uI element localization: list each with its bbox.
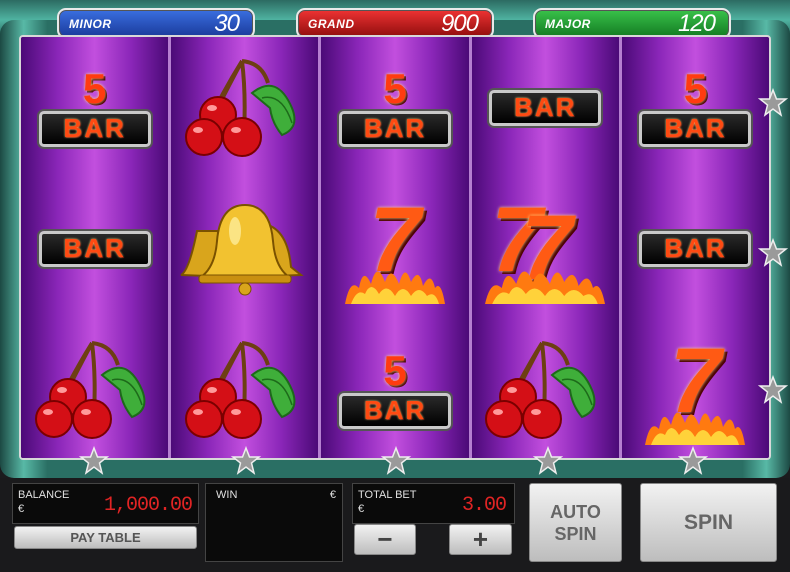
reel-grid: 5 BAR BAR 5 BAR 7 5 BAR BAR 7 7 5 BAR BAR 7 — [19, 35, 771, 460]
seven-symbol: 7 — [345, 194, 445, 304]
bar-text: BAR — [664, 233, 727, 263]
spin-button[interactable]: SPIN — [640, 483, 777, 562]
jackpot-major-label: MAJOR — [545, 16, 591, 31]
reel-cell: 7 — [321, 178, 468, 319]
reel-cell: 7 — [622, 319, 769, 458]
control-panel: BALANCE € 1,000.00 PAY TABLE WIN € TOTAL… — [0, 478, 790, 572]
jackpot-major-value: 120 — [677, 9, 716, 37]
balance-currency: € — [18, 503, 25, 515]
cherries-icon — [184, 58, 296, 157]
reel-cell: 5 BAR — [622, 37, 769, 178]
bar-symbol: BAR — [489, 89, 602, 126]
five-bar-symbol: 5 BAR — [339, 64, 451, 147]
bet-decrease-button[interactable]: − — [354, 524, 416, 555]
reel-1: 5 BAR BAR — [21, 37, 172, 458]
total-bet-box: TOTAL BET € 3.00 — [352, 483, 515, 524]
jackpot-grand-label: GRAND — [308, 16, 355, 31]
bar-symbol: BAR — [639, 110, 752, 147]
bar-symbol: BAR — [639, 230, 752, 267]
bar-symbol: BAR — [339, 110, 451, 147]
reel-3: 5 BAR 7 5 BAR — [321, 37, 472, 458]
reel-cell: 5 BAR — [321, 319, 468, 458]
auto-spin-button[interactable]: AUTO SPIN — [529, 483, 622, 562]
five-text: 5 — [383, 64, 407, 112]
balance-label: BALANCE — [18, 489, 70, 501]
pay-table-button[interactable]: PAY TABLE — [14, 526, 197, 549]
seven-symbol: 7 — [645, 335, 746, 445]
win-currency: € — [329, 489, 336, 501]
auto-spin-label-line2: SPIN — [554, 523, 597, 544]
cherries-icon — [485, 340, 596, 439]
reel-4: BAR 7 7 — [471, 37, 622, 458]
reel-5: 5 BAR BAR 7 — [621, 37, 769, 458]
bet-increase-button[interactable]: + — [449, 524, 512, 555]
reel-cell: BAR — [622, 178, 769, 319]
total-bet-label: TOTAL BET — [358, 489, 417, 501]
cherries-icon — [34, 340, 145, 439]
five-text: 5 — [683, 64, 708, 112]
reel-cell: BAR — [21, 178, 168, 319]
reel-cell — [171, 37, 318, 178]
five-text: 5 — [383, 346, 407, 394]
total-bet-currency: € — [358, 503, 365, 515]
auto-spin-label-line1: AUTO — [550, 501, 601, 522]
cherries-icon — [184, 340, 296, 439]
bar-text: BAR — [63, 113, 126, 143]
reel-cell: 77 — [472, 178, 619, 319]
reel-cell — [472, 319, 619, 458]
double-seven-symbol: 77 — [485, 194, 606, 304]
jackpot-grand-value: 900 — [440, 9, 479, 37]
win-label: WIN — [216, 489, 238, 501]
total-bet-value: 3.00 — [461, 494, 507, 517]
star-icon — [758, 375, 788, 404]
star-icon — [231, 446, 261, 475]
flame-icon — [345, 270, 445, 304]
jackpot-minor-value: 30 — [214, 9, 240, 37]
reel-cell: 5 BAR — [321, 37, 468, 178]
reel-cell — [171, 178, 318, 319]
five-bar-symbol: 5 BAR — [639, 64, 752, 147]
star-icon — [758, 238, 788, 267]
bar-text: BAR — [63, 233, 126, 263]
bar-symbol: BAR — [38, 110, 151, 147]
jackpot-minor-label: MINOR — [69, 16, 112, 31]
star-icon — [758, 88, 788, 117]
bell-icon — [180, 203, 304, 296]
reel-2 — [171, 37, 322, 458]
bar-text: BAR — [363, 113, 427, 143]
star-icon — [381, 446, 411, 475]
reel-cell: 5 BAR — [21, 37, 168, 178]
balance-box: BALANCE € 1,000.00 — [12, 483, 199, 524]
balance-value: 1,000.00 — [103, 494, 193, 517]
bar-text: BAR — [664, 113, 727, 143]
five-text: 5 — [82, 64, 107, 112]
reel-cell — [171, 319, 318, 458]
win-box: WIN € — [205, 483, 343, 562]
five-bar-symbol: 5 BAR — [339, 346, 451, 429]
bar-symbol: BAR — [38, 230, 151, 267]
bar-symbol: BAR — [339, 392, 451, 429]
bar-text: BAR — [514, 92, 577, 122]
star-icon — [79, 446, 109, 475]
star-icon — [678, 446, 708, 475]
reel-cell — [21, 319, 168, 458]
five-bar-symbol: 5 BAR — [38, 64, 151, 147]
star-icon — [533, 446, 563, 475]
reel-cell: BAR — [472, 37, 619, 178]
flame-icon — [485, 270, 606, 304]
flame-icon — [645, 411, 746, 445]
bar-text: BAR — [363, 395, 427, 425]
